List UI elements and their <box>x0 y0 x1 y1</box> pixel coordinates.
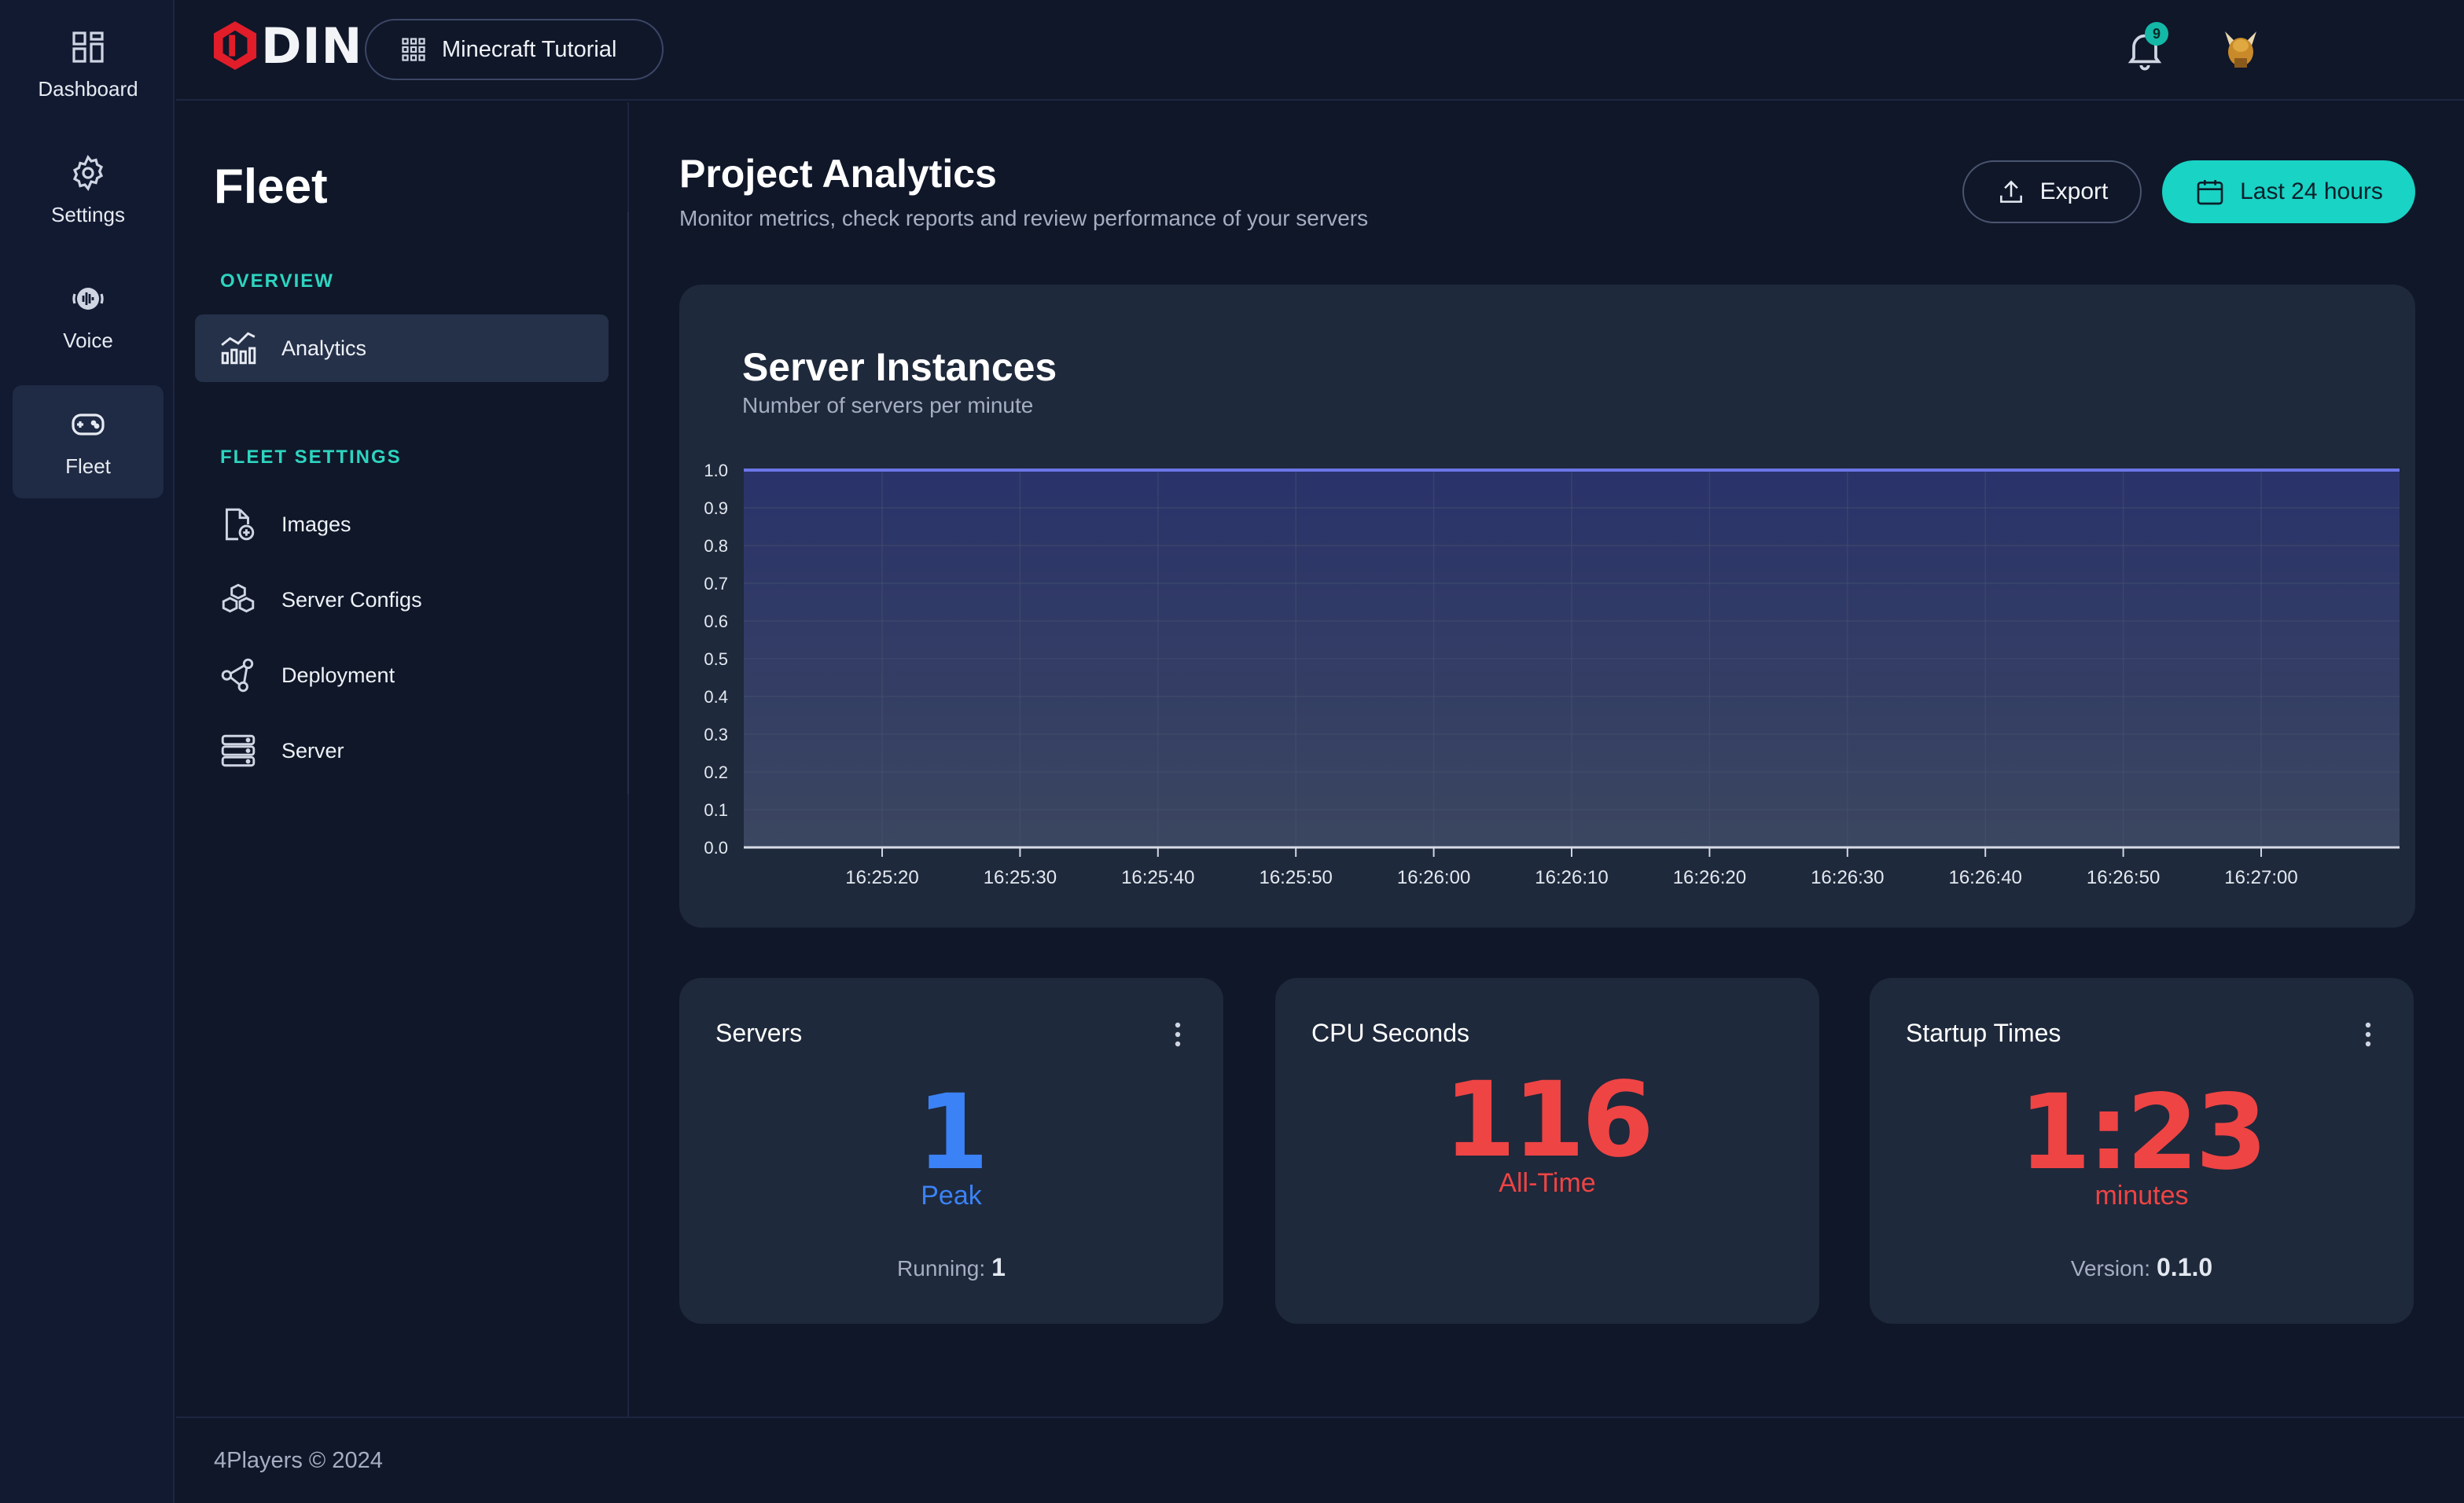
rail-item-settings[interactable]: Settings <box>13 134 164 247</box>
sidebar-item-deployment[interactable]: Deployment <box>195 641 609 709</box>
grid-icon <box>402 38 425 61</box>
x-tick-label: 16:26:00 <box>1397 867 1470 888</box>
y-tick-label: 0.4 <box>704 687 728 707</box>
y-tick-label: 0.3 <box>704 725 728 744</box>
rail-item-label: Voice <box>63 328 113 352</box>
x-tick-label: 16:25:30 <box>984 867 1057 888</box>
stat-footer-label: Running: <box>897 1256 986 1281</box>
y-tick-label: 0.2 <box>704 763 728 782</box>
stat-title: Servers <box>715 1019 803 1047</box>
x-tick-label: 16:25:40 <box>1121 867 1194 888</box>
cubes-icon <box>222 583 255 613</box>
stat-unit: minutes <box>2094 1181 2189 1211</box>
x-tick-label: 16:27:00 <box>2224 867 2297 888</box>
server-icon <box>221 734 256 767</box>
upload-icon <box>1999 180 2022 203</box>
stat-footer: Version: 0.1.0 <box>1870 1253 2414 1282</box>
date-range-button[interactable]: Last 24 hours <box>2162 160 2415 223</box>
y-tick-label: 0.0 <box>704 838 728 858</box>
y-tick-label: 0.7 <box>704 574 728 593</box>
rail-item-label: Dashboard <box>38 76 138 101</box>
x-tick-label: 16:25:20 <box>845 867 918 888</box>
stat-footer-value: 0.1.0 <box>2157 1253 2213 1281</box>
gamepad-icon <box>72 413 105 435</box>
analytics-icon <box>221 332 256 365</box>
stat-value: 116 <box>1443 1060 1654 1181</box>
stat-card-startup-times: Startup Times 1:23 minutes Version: 0.1.0 <box>1870 978 2414 1324</box>
stat-value: 1:23 <box>2018 1072 2267 1193</box>
rail-item-fleet[interactable]: Fleet <box>13 385 164 498</box>
server-instances-card: 0.0 0.1 0.2 0.3 0.4 0.5 0.6 0.7 0.8 0.9 1.0 16:25:2… <box>679 285 2415 928</box>
more-vertical-icon[interactable] <box>1173 1022 1182 1047</box>
y-tick-label: 0.9 <box>704 498 728 518</box>
project-selector[interactable]: Minecraft Tutorial <box>365 19 664 80</box>
fleet-sidebar: Fleet OVERVIEW Analytics FLEET SETTINGS … <box>176 102 629 1417</box>
x-tick-label: 16:25:50 <box>1259 867 1332 888</box>
image-file-icon <box>225 508 255 541</box>
sidebar-item-label: Server <box>281 738 344 763</box>
x-tick-label: 16:26:40 <box>1948 867 2021 888</box>
page-title: Project Analytics <box>679 152 997 196</box>
export-button[interactable]: Export <box>1962 160 2142 223</box>
share-nodes-icon <box>221 658 254 693</box>
project-name: Minecraft Tutorial <box>442 36 617 62</box>
y-tick-label: 0.5 <box>704 649 728 669</box>
rail-item-dashboard[interactable]: Dashboard <box>13 8 164 121</box>
logo-text: DIN <box>261 17 363 75</box>
stat-unit: Peak <box>921 1181 982 1211</box>
export-label: Export <box>2039 178 2109 204</box>
sidebar-item-label: Server Configs <box>281 587 422 612</box>
sidebar-item-images[interactable]: Images <box>195 491 609 558</box>
y-tick-label: 0.6 <box>704 612 728 631</box>
sidebar-divider <box>627 212 629 794</box>
stat-title: Startup Times <box>1906 1019 2061 1047</box>
sidebar-item-server[interactable]: Server <box>195 717 609 785</box>
date-range-label: Last 24 hours <box>2240 178 2383 204</box>
page-footer: 4Players © 2024 <box>176 1417 2464 1503</box>
icon-rail: Dashboard Settings Voice Fleet <box>0 0 175 1503</box>
rail-item-voice[interactable]: Voice <box>13 259 164 373</box>
chart-title: Server Instances <box>742 345 1057 389</box>
stat-card-cpu-seconds: CPU Seconds 116 All-Time <box>1275 978 1819 1324</box>
dashboard-icon <box>72 31 104 63</box>
voice-icon <box>72 287 104 310</box>
fleet-settings-heading: FLEET SETTINGS <box>220 446 402 468</box>
copyright-text: 4Players © 2024 <box>214 1448 383 1473</box>
stat-unit: All-Time <box>1499 1168 1596 1198</box>
odin-logo-mark-icon <box>213 21 257 70</box>
y-tick-label: 1.0 <box>704 461 728 480</box>
stat-footer-label: Version: <box>2070 1256 2150 1281</box>
chart-subtitle: Number of servers per minute <box>742 393 1034 417</box>
sidebar-item-label: Analytics <box>281 336 367 360</box>
x-tick-label: 16:26:10 <box>1535 867 1608 888</box>
y-tick-label: 0.8 <box>704 536 728 556</box>
rail-item-label: Fleet <box>65 454 111 478</box>
sidebar-item-label: Images <box>281 512 351 536</box>
odin-logo[interactable]: DIN <box>212 17 363 75</box>
avatar[interactable] <box>2217 24 2264 72</box>
x-tick-label: 16:26:50 <box>2087 867 2160 888</box>
notification-badge: 9 <box>2145 22 2168 46</box>
y-tick-label: 0.1 <box>704 800 728 820</box>
sidebar-item-server-configs[interactable]: Server Configs <box>195 566 609 634</box>
sidebar-item-label: Deployment <box>281 663 395 687</box>
overview-heading: OVERVIEW <box>220 270 334 292</box>
x-tick-label: 16:26:30 <box>1811 867 1884 888</box>
calendar-icon <box>2197 180 2223 205</box>
top-bar: DIN Minecraft Tutorial <box>176 0 2464 101</box>
stat-card-servers: Servers 1 Peak Running: 1 <box>679 978 1223 1324</box>
sidebar-item-analytics[interactable]: Analytics <box>195 314 609 382</box>
stat-title: CPU Seconds <box>1311 1019 1469 1047</box>
more-vertical-icon[interactable] <box>2363 1022 2373 1047</box>
stat-footer-value: 1 <box>991 1253 1006 1281</box>
stat-value: 1 <box>917 1072 989 1193</box>
x-tick-label: 16:26:20 <box>1673 867 1746 888</box>
page-subtitle: Monitor metrics, check reports and revie… <box>679 206 1369 230</box>
rail-item-label: Settings <box>51 202 125 226</box>
sidebar-title: Fleet <box>214 160 328 214</box>
gear-icon <box>72 154 104 191</box>
stat-footer: Running: 1 <box>679 1253 1223 1282</box>
